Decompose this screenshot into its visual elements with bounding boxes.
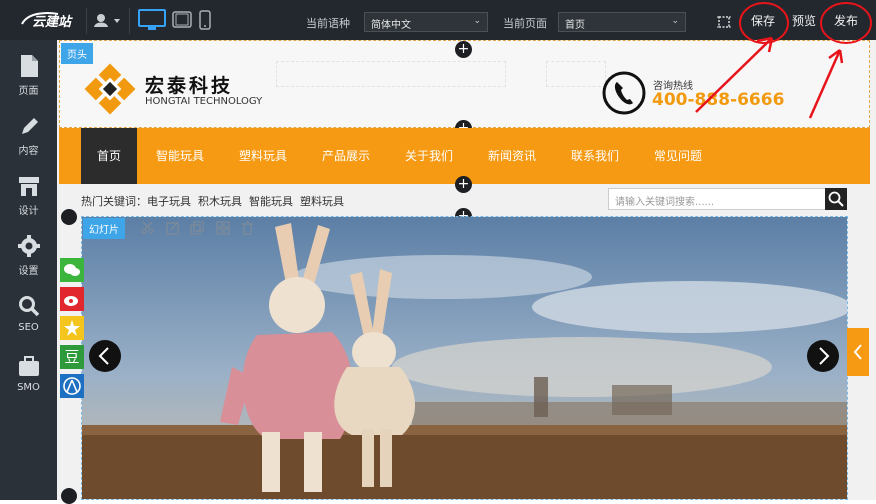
layout-icon [216,221,230,235]
wechat-share-button[interactable] [60,258,84,282]
briefcase-icon [18,356,39,376]
page-select-value: 首页 [565,20,585,31]
editor-canvas: 页头 + 宏泰科技 HONGTAI TECHNOLOGY 咨询热线 400-88… [57,40,876,504]
sidebar-item-label: 设置 [18,266,39,277]
copy-icon [190,221,204,235]
sidebar-item-smo[interactable]: SMO [0,344,57,404]
chevron-down-icon: ⌄ [671,16,679,26]
page-icon [20,55,38,77]
chevron-right-icon [819,347,830,365]
chevron-down-icon: ⌄ [473,16,481,26]
renren-share-button[interactable] [60,374,84,398]
company-logo [84,63,136,115]
nav-item-plastic-toys[interactable]: 塑料玩具 [230,128,296,184]
nav-item-about[interactable]: 关于我们 [396,128,462,184]
hot-keywords: 热门关键词：电子玩具 积木玩具 智能玩具 塑料玩具 [81,193,344,209]
svg-text:云建站: 云建站 [32,14,73,30]
banner-prev-button[interactable] [89,340,121,372]
sidebar-item-label: SEO [18,322,39,333]
side-panel-toggle[interactable] [847,328,869,376]
sidebar-item-design[interactable]: 设计 [0,164,57,224]
nav-item-faq[interactable]: 常见问题 [645,128,711,184]
nav-item-smart-toys[interactable]: 智能玩具 [147,128,213,184]
phone-icon [602,71,646,115]
desktop-view-icon[interactable] [138,9,166,31]
keyword-link[interactable]: 积木玩具 [198,195,242,208]
add-section-icon[interactable]: + [455,41,472,58]
left-sidebar: 页面 内容 设计 设置 SEO SMO [0,40,57,500]
search-button[interactable] [825,188,847,210]
weibo-share-button[interactable] [60,287,84,311]
crop-select-icon[interactable] [716,14,732,30]
chevron-left-icon [98,347,109,365]
hot-keywords-label: 热门关键词： [81,195,147,208]
keyword-link[interactable]: 塑料玩具 [300,195,344,208]
brand-name: 宏泰科技 [145,75,234,97]
gear-icon [17,235,40,257]
scissors-icon [141,221,154,234]
hotline-number: 400-888-6666 [652,90,785,110]
empty-slot [276,61,506,87]
sidebar-item-label: SMO [17,382,40,393]
mobile-view-icon[interactable] [198,9,212,31]
search-input[interactable]: 请输入关键词搜索...... [608,188,826,210]
nav-item-home[interactable]: 首页 [81,128,137,184]
pencil-icon [21,118,38,134]
save-button[interactable]: 保存 [744,9,782,33]
banner-tag[interactable]: 幻灯片 [83,218,125,239]
wechat-icon [64,264,80,276]
sidebar-item-page[interactable]: 页面 [0,44,57,104]
search-icon [828,191,844,207]
user-icon [94,14,120,27]
preview-button[interactable]: 预览 [786,9,822,33]
language-select-value: 简体中文 [371,20,411,31]
tablet-view-icon[interactable] [172,9,192,31]
sidebar-item-seo[interactable]: SEO [0,284,57,344]
delete-icon [242,221,253,235]
sidebar-item-content[interactable]: 内容 [0,104,57,164]
empty-slot [546,61,606,87]
language-select[interactable]: 简体中文 ⌄ [364,12,488,32]
page-select[interactable]: 首页 ⌄ [558,12,686,32]
nav-item-products[interactable]: 产品展示 [313,128,379,184]
chevron-left-icon [853,344,862,360]
keyword-link[interactable]: 电子玩具 [147,195,191,208]
sidebar-item-label: 设计 [18,206,39,217]
banner-image [82,217,847,499]
banner-slideshow[interactable] [81,216,848,500]
banner-next-button[interactable] [807,340,839,372]
user-menu-button[interactable] [86,8,130,34]
renren-icon [63,377,81,395]
nav-item-news[interactable]: 新闻资讯 [479,128,545,184]
weibo-icon [64,296,78,306]
sidebar-item-settings[interactable]: 设置 [0,224,57,284]
store-icon [18,177,39,196]
star-icon [64,320,80,336]
app-logo: 云建站 [21,12,73,30]
add-section-icon[interactable]: + [455,176,472,193]
page-label: 当前页面 [503,17,547,30]
douban-share-button[interactable]: 豆 [60,345,84,369]
sidebar-item-label: 内容 [18,146,39,157]
drag-handle[interactable] [61,488,77,504]
publish-button[interactable]: 发布 [828,9,864,33]
qzone-share-button[interactable] [60,316,84,340]
keyword-link[interactable]: 智能玩具 [249,195,293,208]
drag-handle[interactable] [61,209,77,225]
banner-toolbar [141,221,253,235]
search-icon [18,296,39,317]
edit-icon [166,221,179,235]
nav-item-contact[interactable]: 联系我们 [562,128,628,184]
sidebar-item-label: 页面 [18,86,39,97]
brand-english: HONGTAI TECHNOLOGY [145,96,263,107]
language-label: 当前语种 [306,17,350,30]
editor-toolbar: 云建站 当前语种 简体中文 ⌄ 当前页面 首页 ⌄ 保存 预览 发布 [0,0,876,40]
